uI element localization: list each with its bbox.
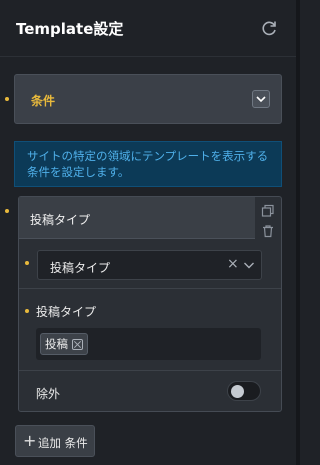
toggle-knob	[231, 385, 244, 398]
required-dot	[5, 209, 9, 213]
clear-icon[interactable]: ×	[227, 256, 239, 272]
type-select-row: 投稿タイプ ×	[19, 239, 281, 289]
scrollbar[interactable]	[296, 0, 300, 465]
info-text: サイトの特定の領域にテンプレートを表示する条件を設定します。	[27, 149, 269, 179]
condition-group-header: 投稿タイプ	[19, 197, 255, 239]
condition-group-title: 投稿タイプ	[30, 213, 91, 227]
post-type-field-label: 投稿タイプ	[36, 305, 97, 319]
post-type-field-row: 投稿タイプ 投稿	[19, 289, 281, 371]
tag-chip-label: 投稿	[45, 337, 68, 351]
plus-icon: +	[23, 431, 37, 450]
required-dot	[25, 261, 29, 265]
condition-section-label: 条件	[31, 94, 56, 108]
tag-chip[interactable]: 投稿	[40, 333, 88, 355]
header-divider	[0, 56, 296, 57]
remove-tag-icon[interactable]	[72, 338, 83, 350]
type-select[interactable]: 投稿タイプ ×	[37, 250, 262, 280]
add-condition-label: 追加 条件	[38, 436, 88, 450]
required-dot	[5, 97, 9, 101]
chevron-down-icon[interactable]	[243, 260, 255, 270]
refresh-icon[interactable]	[259, 18, 279, 38]
panel-header: Template設定	[0, 0, 300, 56]
duplicate-icon[interactable]	[261, 204, 275, 218]
panel-title: Template設定	[16, 20, 124, 38]
exclude-toggle[interactable]	[227, 381, 261, 401]
post-type-tag-input[interactable]: 投稿	[36, 328, 261, 360]
exclude-label: 除外	[36, 387, 61, 401]
condition-section-toggle[interactable]: 条件	[14, 74, 282, 124]
add-condition-button[interactable]: + 追加 条件	[15, 425, 95, 457]
required-dot	[25, 309, 29, 313]
trash-icon[interactable]	[261, 224, 275, 238]
condition-group: 投稿タイプ 投稿タイプ × 投稿タイプ 投稿 除外	[18, 196, 282, 412]
info-notice: サイトの特定の領域にテンプレートを表示する条件を設定します。	[14, 141, 282, 187]
type-select-value: 投稿タイプ	[50, 261, 111, 275]
chevron-down-icon[interactable]	[252, 90, 270, 108]
